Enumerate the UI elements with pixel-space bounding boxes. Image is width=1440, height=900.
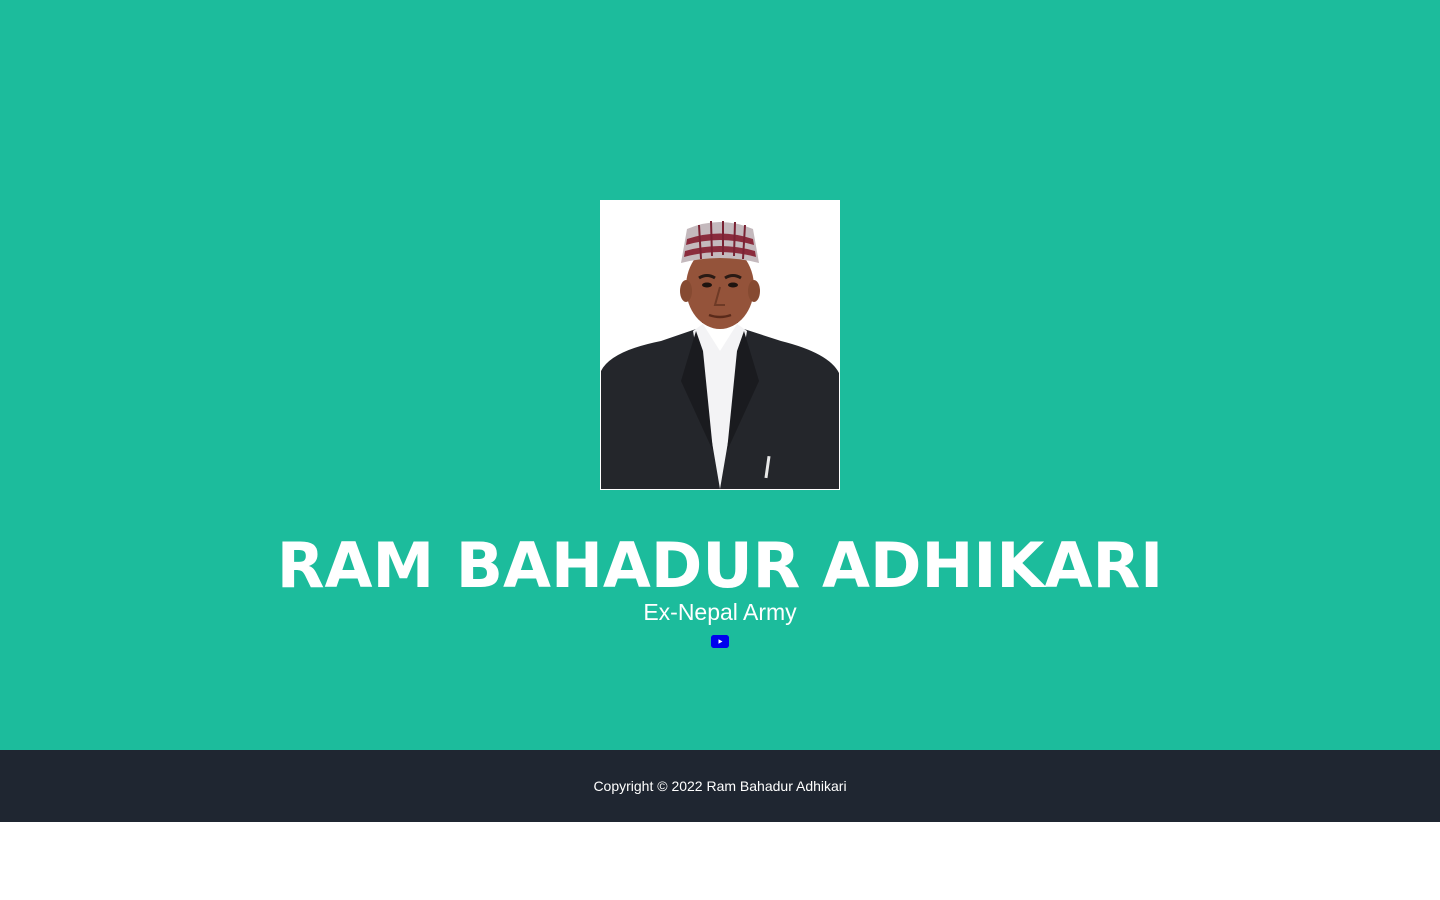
hero-section: RAM BAHADUR ADHIKARI Ex-Nepal Army	[0, 0, 1440, 750]
page-bottom-area	[0, 822, 1440, 900]
youtube-icon	[711, 635, 729, 648]
subtitle: Ex-Nepal Army	[643, 599, 797, 625]
profile-portrait	[600, 200, 840, 490]
portrait-illustration	[601, 201, 839, 489]
footer: Copyright © 2022 Ram Bahadur Adhikari	[0, 750, 1440, 822]
page-title: RAM BAHADUR ADHIKARI	[276, 529, 1164, 602]
copyright-text: Copyright © 2022 Ram Bahadur Adhikari	[593, 778, 847, 794]
youtube-link[interactable]	[711, 635, 729, 648]
